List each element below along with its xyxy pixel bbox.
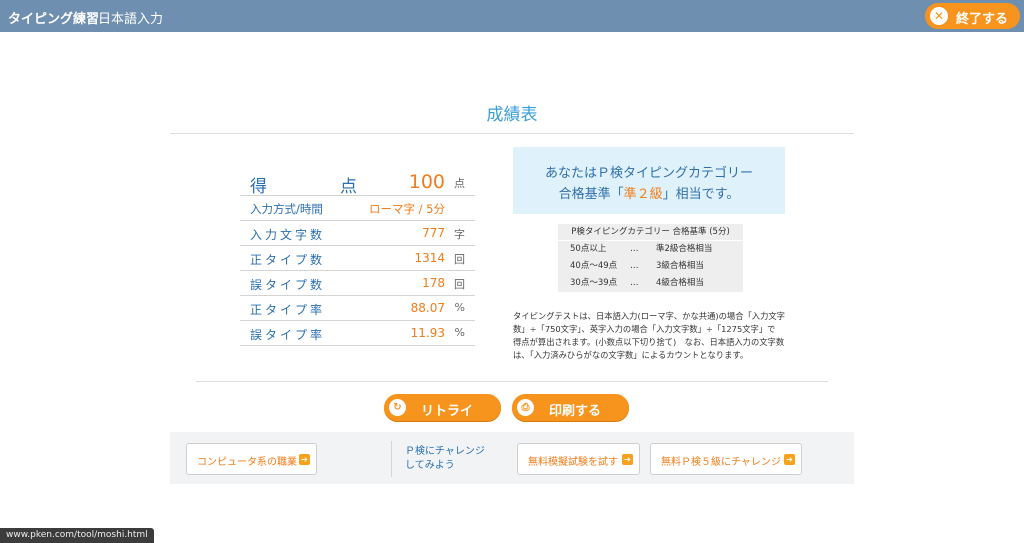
chars-row: 入力文字数 777 字 [240,221,475,246]
footer-links: コンピュータ系の職業 ➔ Ｐ検にチャレンジ してみよう 無料模擬試験を試す ➔ … [170,432,854,484]
print-label: 印刷する [549,404,602,419]
criteria-range: 50点以上 [570,244,607,254]
print-icon: ⎙ [517,399,534,416]
print-button[interactable]: ⎙ 印刷する [512,394,629,421]
criteria-header: P検タイピングカテゴリー 合格基準 (5分) [558,224,743,241]
category-line2-pre: 合格基準「 [558,187,624,202]
category-line2-post: 」相当です。 [662,187,740,202]
challenge-line1: Ｐ検にチャレンジ [405,446,485,457]
criteria-row: 50点以上 … 準2級合格相当 [558,241,743,258]
careers-link-label: コンピュータ系の職業 [197,457,297,468]
title-divider [170,133,854,134]
criteria-range: 30点～39点 [570,278,618,288]
correct-rate-unit: % [454,301,465,314]
error-unit: 回 [454,278,465,291]
category-line2: 合格基準「準２級」相当です。 [513,183,785,202]
grade5-link-button[interactable]: 無料Ｐ検５級にチャレンジ ➔ [650,443,802,475]
app-title: タイピング練習 [8,12,100,27]
error-rate-label: 誤タイプ率 [250,328,326,342]
correct-rate-label: 正タイプ率 [250,303,326,317]
retry-icon: ↻ [389,399,406,416]
score-table: 得 点 100 点 入力方式/時間 ローマ字 / 5分 入力文字数 777 字 … [240,170,475,346]
criteria-table: P検タイピングカテゴリー 合格基準 (5分) 50点以上 … 準2級合格相当 4… [558,224,743,292]
challenge-text: Ｐ検にチャレンジ してみよう [405,445,485,473]
criteria-grade: 準2級合格相当 [656,244,713,254]
criteria-grade: 3級合格相当 [656,261,704,271]
correct-rate-value: 88.07 [410,301,445,315]
arrow-right-icon: ➔ [622,454,633,465]
criteria-dots: … [630,244,639,254]
arrow-right-icon: ➔ [299,454,310,465]
score-value: 100 [408,171,445,193]
score-row: 得 点 100 点 [240,170,475,197]
error-label: 誤タイプ数 [250,278,326,292]
retry-button[interactable]: ↻ リトライ [384,394,501,421]
status-url: www.pken.com/tool/moshi.html [0,528,154,543]
method-label: 入力方式/時間 [250,202,323,216]
criteria-range: 40点～49点 [570,261,618,271]
score-label: 得 点 [250,177,385,197]
top-bar: タイピング練習 日本語入力 ✕ 終了する [0,0,1024,32]
error-value: 178 [422,276,445,290]
error-rate-unit: % [454,326,465,339]
retry-label: リトライ [421,404,474,419]
criteria-row: 30点～39点 … 4級合格相当 [558,275,743,292]
category-grade: 準２級 [623,187,663,202]
challenge-line2: してみよう [405,460,455,471]
chars-value: 777 [422,226,445,240]
method-value: ローマ字 / 5分 [368,202,445,216]
close-icon: ✕ [930,7,948,25]
chars-label: 入力文字数 [250,228,326,242]
app-subtitle: 日本語入力 [98,12,164,27]
footer-divider [391,441,392,477]
mock-exam-link-button[interactable]: 無料模擬試験を試す ➔ [517,443,640,475]
correct-label: 正タイプ数 [250,253,326,267]
correct-unit: 回 [454,253,465,266]
category-line1: あなたはＰ検タイピングカテゴリー [544,166,753,181]
chars-unit: 字 [454,228,465,241]
error-rate-row: 誤タイプ率 11.93 % [240,321,475,346]
criteria-grade: 4級合格相当 [656,278,704,288]
criteria-row: 40点～49点 … 3級合格相当 [558,258,743,275]
section-divider [196,381,828,382]
grade5-link-label: 無料Ｐ検５級にチャレンジ [661,457,781,468]
method-row: 入力方式/時間 ローマ字 / 5分 [240,196,475,221]
criteria-dots: … [630,261,639,271]
correct-row: 正タイプ数 1314 回 [240,246,475,271]
careers-link-button[interactable]: コンピュータ系の職業 ➔ [186,443,317,475]
arrow-right-icon: ➔ [784,454,795,465]
mock-exam-link-label: 無料模擬試験を試す [528,457,618,468]
page-title: 成績表 [486,105,538,125]
scoring-notes: タイピングテストは、日本語入力(ローマ字、かな共通)の場合「入力文字数」÷「75… [513,311,785,360]
correct-rate-row: 正タイプ率 88.07 % [240,296,475,321]
error-rate-value: 11.93 [410,326,445,340]
score-unit: 点 [454,177,465,190]
correct-value: 1314 [414,251,445,265]
criteria-dots: … [630,278,639,288]
error-row: 誤タイプ数 178 回 [240,271,475,296]
end-button-label: 終了する [956,12,1009,27]
category-result-box: あなたはＰ検タイピングカテゴリー 合格基準「準２級」相当です。 [513,147,785,214]
end-button[interactable]: ✕ 終了する [925,3,1020,29]
